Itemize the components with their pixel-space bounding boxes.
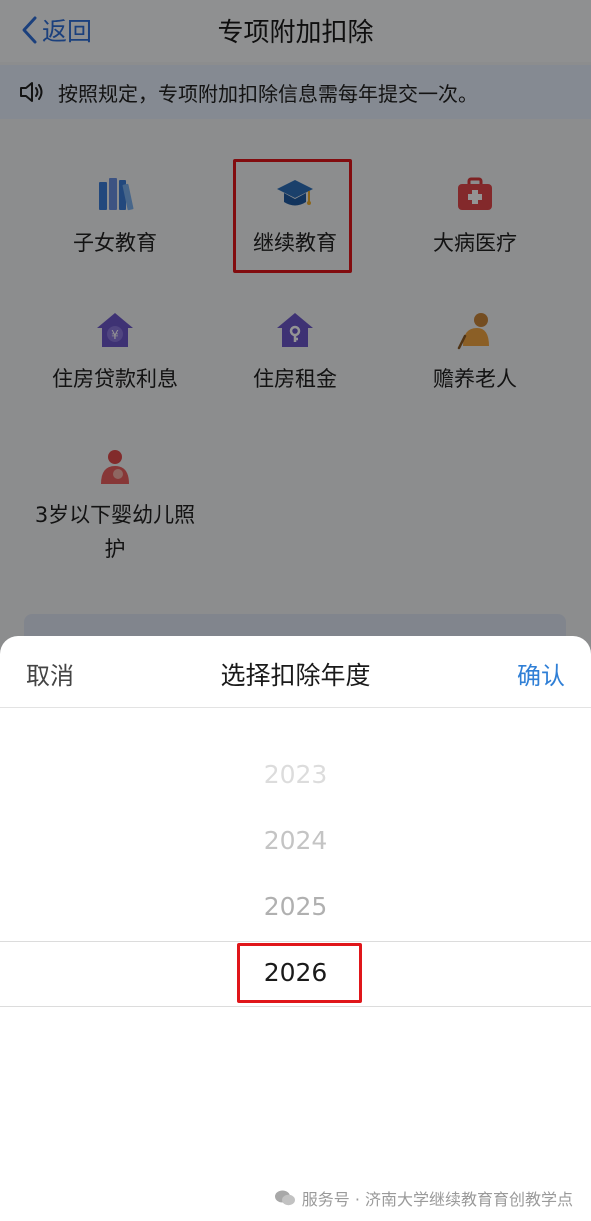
sheet-title: 选择扣除年度 xyxy=(220,661,371,690)
year-picker-sheet: 取消 选择扣除年度 确认 2023 2024 2025 2026 xyxy=(0,636,591,1221)
watermark-text: 服务号 · 济南大学继续教育育创教学点 xyxy=(301,1190,573,1209)
sheet-header: 取消 选择扣除年度 确认 xyxy=(0,636,591,708)
wechat-icon xyxy=(274,1190,295,1206)
highlight-selected-year xyxy=(237,943,362,1003)
confirm-button[interactable]: 确认 xyxy=(517,656,565,691)
selection-line-top xyxy=(0,941,591,942)
selection-line-bottom xyxy=(0,1006,591,1007)
year-option[interactable]: 2024 xyxy=(0,826,591,855)
year-option[interactable]: 2025 xyxy=(0,892,591,921)
watermark: 服务号 · 济南大学继续教育育创教学点 xyxy=(274,1186,573,1210)
year-option[interactable]: 2023 xyxy=(0,760,591,789)
